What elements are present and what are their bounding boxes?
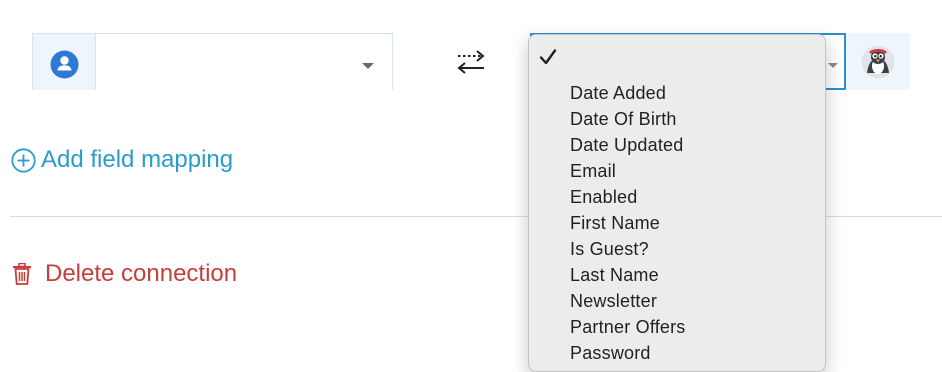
prestashop-logo-icon — [861, 45, 895, 79]
delete-connection-label: Delete connection — [45, 260, 238, 287]
add-field-mapping-label: Add field mapping — [41, 146, 234, 173]
plus-circle-icon — [11, 147, 36, 173]
dropdown-option-password[interactable]: Password — [570, 340, 686, 366]
dropdown-option-newsletter[interactable]: Newsletter — [570, 288, 686, 314]
dropdown-option-email[interactable]: Email — [570, 158, 686, 184]
source-icon-cell — [33, 34, 96, 90]
dropdown-option-enabled[interactable]: Enabled — [570, 184, 686, 210]
dropdown-option-date-of-birth[interactable]: Date Of Birth — [570, 106, 686, 132]
user-icon — [50, 50, 79, 79]
dropdown-option-list: Date Added Date Of Birth Date Updated Em… — [570, 80, 686, 366]
target-field-dropdown-menu[interactable]: Date Added Date Of Birth Date Updated Em… — [528, 34, 826, 372]
source-field-row — [32, 33, 393, 90]
add-field-mapping-button[interactable]: Add field mapping — [11, 146, 233, 174]
dropdown-option-last-name[interactable]: Last Name — [570, 262, 686, 288]
chevron-down-icon[interactable] — [828, 63, 838, 68]
trash-icon — [13, 263, 31, 285]
checkmark-icon — [539, 49, 557, 65]
dropdown-option-is-guest[interactable]: Is Guest? — [570, 236, 686, 262]
chevron-down-icon[interactable] — [362, 63, 374, 69]
delete-connection-button[interactable]: Delete connection — [12, 260, 237, 288]
swap-arrows-icon — [457, 50, 485, 74]
dropdown-option-first-name[interactable]: First Name — [570, 210, 686, 236]
dropdown-option-date-added[interactable]: Date Added — [570, 80, 686, 106]
source-field-select[interactable] — [96, 34, 392, 90]
dropdown-option-date-updated[interactable]: Date Updated — [570, 132, 686, 158]
dropdown-option-partner-offers[interactable]: Partner Offers — [570, 314, 686, 340]
